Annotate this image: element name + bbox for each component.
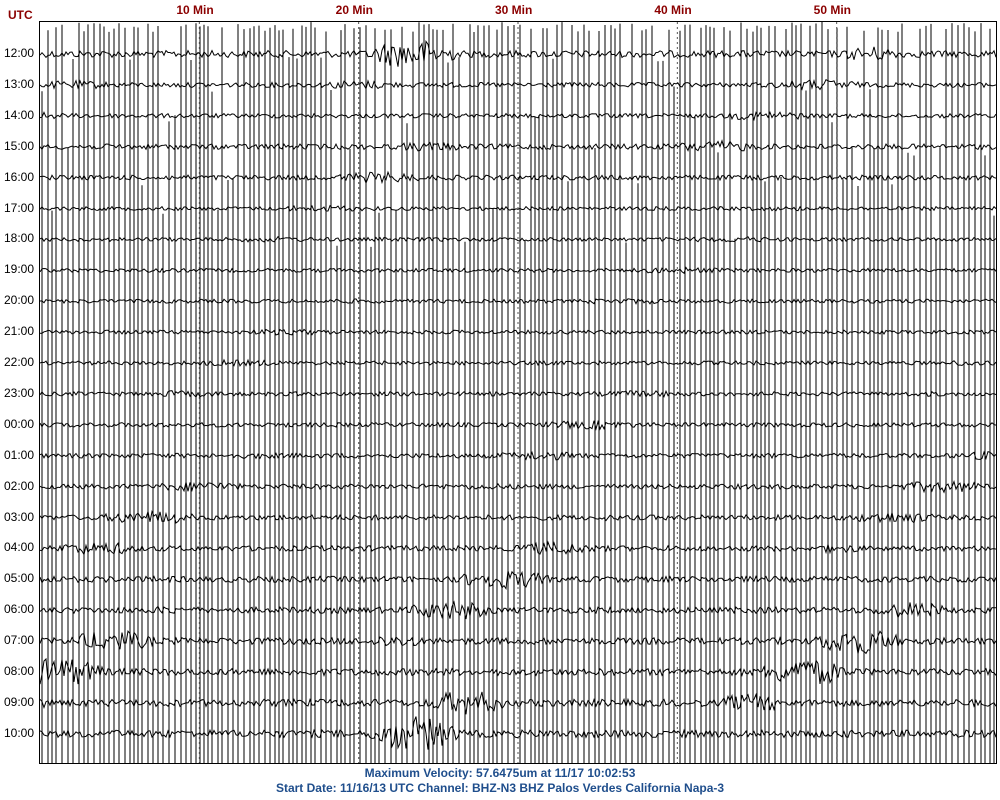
hour-label: 23:00 bbox=[4, 385, 35, 400]
hour-label: 16:00 bbox=[4, 169, 35, 184]
hour-label: 14:00 bbox=[4, 107, 35, 122]
hour-label: 05:00 bbox=[4, 571, 35, 586]
hour-label: 09:00 bbox=[4, 694, 35, 709]
minute-tick-label: 10 Min bbox=[176, 3, 214, 17]
hour-label: 22:00 bbox=[4, 355, 35, 369]
hour-label: 13:00 bbox=[4, 76, 35, 91]
seismic-trace bbox=[40, 358, 996, 368]
hour-label: 10:00 bbox=[4, 725, 35, 740]
minute-tick-label: 20 Min bbox=[335, 3, 373, 17]
hour-label: 00:00 bbox=[4, 416, 35, 431]
hour-label: 19:00 bbox=[4, 262, 35, 277]
hour-label: 02:00 bbox=[4, 478, 35, 493]
max-velocity-text: Maximum Velocity: 57.6475um at 11/17 10:… bbox=[364, 766, 636, 780]
hour-label: 15:00 bbox=[4, 138, 35, 153]
hour-label: 12:00 bbox=[4, 46, 35, 60]
hour-label: 06:00 bbox=[4, 602, 35, 617]
seismic-trace bbox=[40, 298, 996, 305]
start-date-text: Start Date: 11/16/13 UTC Channel: BHZ-N3… bbox=[275, 781, 725, 795]
hour-label: 04:00 bbox=[4, 540, 35, 555]
seismogram-svg bbox=[40, 22, 996, 763]
seismic-trace bbox=[40, 389, 996, 399]
minute-tick-label: 30 Min bbox=[495, 3, 533, 17]
seismogram-plot bbox=[39, 21, 997, 764]
hour-label: 07:00 bbox=[4, 633, 35, 648]
hour-label: 18:00 bbox=[4, 231, 35, 246]
minute-tick-label: 40 Min bbox=[654, 3, 692, 17]
hour-label: 03:00 bbox=[4, 509, 35, 524]
hour-label: 01:00 bbox=[4, 447, 35, 462]
minute-tick-label: 50 Min bbox=[813, 3, 851, 17]
seismic-trace bbox=[40, 600, 996, 620]
hour-label: 17:00 bbox=[4, 200, 35, 215]
hour-label: 20:00 bbox=[4, 293, 35, 308]
utc-label: UTC bbox=[8, 8, 33, 22]
hour-label: 21:00 bbox=[4, 324, 35, 339]
hour-label: 08:00 bbox=[4, 664, 35, 678]
